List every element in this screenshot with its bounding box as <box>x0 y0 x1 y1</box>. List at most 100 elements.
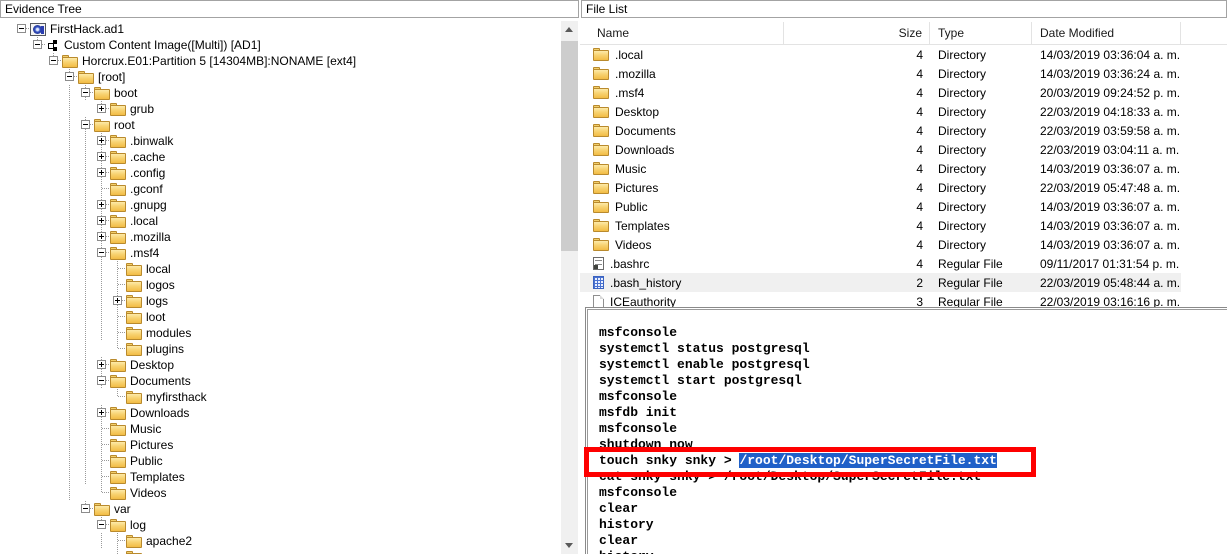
tree-guide <box>30 533 46 549</box>
tree-guide <box>78 181 94 197</box>
file-name: Downloads <box>609 143 674 157</box>
expand-toggle[interactable] <box>97 168 106 177</box>
expand-toggle[interactable] <box>81 120 90 129</box>
column-header-size[interactable]: Size <box>784 22 930 44</box>
expand-toggle[interactable] <box>113 296 122 305</box>
expand-toggle[interactable] <box>81 504 90 513</box>
file-row[interactable]: .msf44Directory20/03/2019 09:24:52 p. m. <box>580 83 1181 102</box>
tree-node[interactable]: .gnupg <box>0 197 558 213</box>
column-header-name[interactable]: Name <box>580 22 784 44</box>
folder-icon <box>593 48 609 61</box>
file-row[interactable]: Pictures4Directory22/03/2019 05:47:48 a.… <box>580 178 1181 197</box>
tree-guide <box>62 389 78 405</box>
file-row[interactable]: Desktop4Directory22/03/2019 04:18:33 a. … <box>580 102 1181 121</box>
folder-icon <box>110 167 126 180</box>
tree-node[interactable] <box>0 549 558 554</box>
expand-toggle[interactable] <box>97 360 106 369</box>
tree-guide <box>46 437 62 453</box>
tree-node[interactable]: Pictures <box>0 437 558 453</box>
tree-node[interactable]: .gconf <box>0 181 558 197</box>
expand-toggle[interactable] <box>97 520 106 529</box>
tree-node-label: .gnupg <box>126 198 167 212</box>
expand-toggle[interactable] <box>97 216 106 225</box>
tree-node[interactable]: logs <box>0 293 558 309</box>
tree-guide <box>14 405 30 421</box>
file-row[interactable]: Downloads4Directory22/03/2019 03:04:11 a… <box>580 140 1181 159</box>
tree-node[interactable]: Public <box>0 453 558 469</box>
tree-node[interactable]: .mozilla <box>0 229 558 245</box>
file-row[interactable]: Public4Directory14/03/2019 03:36:07 a. m… <box>580 197 1181 216</box>
evidence-tree-title: Evidence Tree <box>0 0 579 18</box>
tree-node[interactable]: grub <box>0 101 558 117</box>
expand-toggle[interactable] <box>97 408 106 417</box>
viewer-line: touch snky snky > /root/Desktop/SuperSec… <box>599 453 1227 469</box>
folder-icon <box>593 200 609 213</box>
expand-toggle[interactable] <box>97 104 106 113</box>
tree-node[interactable]: .msf4 <box>0 245 558 261</box>
tree-node[interactable]: logos <box>0 277 558 293</box>
tree-guide <box>94 293 110 309</box>
file-row[interactable]: .local4Directory14/03/2019 03:36:04 a. m… <box>580 45 1181 64</box>
tree-node[interactable]: Documents <box>0 373 558 389</box>
expand-toggle[interactable] <box>97 248 106 257</box>
tree-scrollbar[interactable] <box>561 21 578 554</box>
expand-toggle[interactable] <box>97 232 106 241</box>
scroll-up-icon[interactable] <box>561 21 578 38</box>
tree-node[interactable]: boot <box>0 85 558 101</box>
tree-guide <box>62 245 78 261</box>
file-row[interactable]: .bashrc4Regular File09/11/2017 01:31:54 … <box>580 254 1181 273</box>
tree-node[interactable]: Downloads <box>0 405 558 421</box>
expand-toggle[interactable] <box>97 136 106 145</box>
tree-guide <box>94 325 110 341</box>
expand-toggle[interactable] <box>49 56 58 65</box>
tree-node[interactable]: var <box>0 501 558 517</box>
file-date-modified: 14/03/2019 03:36:07 a. m. <box>1032 200 1181 214</box>
tree-node[interactable]: apache2 <box>0 533 558 549</box>
expand-toggle[interactable] <box>65 72 74 81</box>
expand-toggle[interactable] <box>97 376 106 385</box>
tree-connector <box>94 421 110 437</box>
expand-toggle[interactable] <box>97 200 106 209</box>
tree-node[interactable]: local <box>0 261 558 277</box>
tree-node[interactable]: Desktop <box>0 357 558 373</box>
file-row[interactable]: Videos4Directory14/03/2019 03:36:07 a. m… <box>580 235 1181 254</box>
tree-node[interactable]: root <box>0 117 558 133</box>
tree-node[interactable]: Templates <box>0 469 558 485</box>
tree-node[interactable]: Videos <box>0 485 558 501</box>
tree-guide <box>14 37 30 53</box>
tree-node[interactable]: [root] <box>0 69 558 85</box>
file-row[interactable]: Documents4Directory22/03/2019 03:59:58 a… <box>580 121 1181 140</box>
expand-toggle[interactable] <box>33 40 42 49</box>
expand-toggle[interactable] <box>97 152 106 161</box>
tree-guide <box>30 485 46 501</box>
tree-node[interactable]: Custom Content Image([Multi]) [AD1] <box>0 37 558 53</box>
column-header-type[interactable]: Type <box>930 22 1032 44</box>
tree-node[interactable]: .binwalk <box>0 133 558 149</box>
scrollbar-thumb[interactable] <box>561 41 578 251</box>
tree-node-label: logs <box>142 294 168 308</box>
tree-node[interactable]: loot <box>0 309 558 325</box>
expand-toggle[interactable] <box>81 88 90 97</box>
tree-node[interactable]: .local <box>0 213 558 229</box>
file-row[interactable]: .mozilla4Directory14/03/2019 03:36:24 a.… <box>580 64 1181 83</box>
column-header-date[interactable]: Date Modified <box>1032 22 1181 44</box>
tree-guide <box>78 421 94 437</box>
tree-node[interactable]: .config <box>0 165 558 181</box>
file-row[interactable]: Music4Directory14/03/2019 03:36:07 a. m. <box>580 159 1181 178</box>
tree-node[interactable]: modules <box>0 325 558 341</box>
file-row[interactable]: .bash_history2Regular File22/03/2019 05:… <box>580 273 1181 292</box>
tree-node-label: Templates <box>126 470 185 484</box>
tree-node[interactable]: .cache <box>0 149 558 165</box>
tree-node[interactable]: Horcrux.E01:Partition 5 [14304MB]:NONAME… <box>0 53 558 69</box>
expand-toggle[interactable] <box>17 24 26 33</box>
content-viewer[interactable]: msfconsolesystemctl status postgresqlsys… <box>585 307 1227 554</box>
tree-node[interactable]: myfirsthack <box>0 389 558 405</box>
scroll-down-icon[interactable] <box>561 537 578 554</box>
tree-node[interactable]: plugins <box>0 341 558 357</box>
tree-guide <box>62 325 78 341</box>
tree-guide <box>14 389 30 405</box>
tree-node[interactable]: Music <box>0 421 558 437</box>
file-row[interactable]: Templates4Directory14/03/2019 03:36:07 a… <box>580 216 1181 235</box>
tree-node[interactable]: FirstHack.ad1 <box>0 21 558 37</box>
tree-node[interactable]: log <box>0 517 558 533</box>
